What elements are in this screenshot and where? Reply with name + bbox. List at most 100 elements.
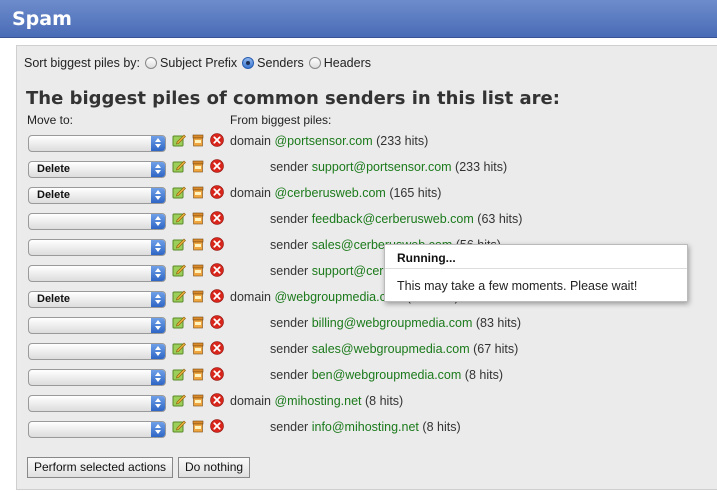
- edit-icon[interactable]: [172, 367, 186, 381]
- edit-icon[interactable]: [172, 133, 186, 147]
- domain-entry: domain @mihosting.net (8 hits): [230, 394, 403, 408]
- sender-entry: sender support@portsensor.com (233 hits): [270, 160, 507, 174]
- move-to-select[interactable]: Delete: [28, 187, 166, 204]
- from-piles-header: From biggest piles:: [230, 113, 332, 127]
- pile-row: sender billing@webgroupmedia.com (83 hit…: [0, 315, 717, 343]
- do-nothing-button[interactable]: Do nothing: [178, 457, 251, 478]
- entry-type: sender: [270, 212, 309, 226]
- radio-headers-label[interactable]: Headers: [324, 56, 371, 70]
- edit-icon[interactable]: [172, 393, 186, 407]
- radio-subject-prefix[interactable]: [145, 57, 158, 69]
- entry-address-link[interactable]: support@portsensor.com: [312, 160, 452, 174]
- edit-icon[interactable]: [172, 237, 186, 251]
- perform-actions-button[interactable]: Perform selected actions: [27, 457, 174, 478]
- move-to-select[interactable]: Delete: [28, 161, 166, 178]
- entry-hits: (8 hits): [365, 394, 404, 408]
- delete-icon[interactable]: [210, 159, 224, 173]
- trash-can-icon[interactable]: [191, 263, 205, 277]
- move-to-header: Move to:: [27, 113, 74, 127]
- move-to-select-value: Delete: [37, 163, 71, 175]
- delete-icon[interactable]: [210, 263, 224, 277]
- radio-headers[interactable]: [308, 57, 321, 69]
- entry-type: sender: [270, 264, 309, 278]
- delete-icon[interactable]: [210, 237, 224, 251]
- move-to-select[interactable]: Delete: [28, 291, 166, 308]
- trash-can-icon[interactable]: [191, 159, 205, 173]
- entry-hits: (8 hits): [422, 420, 461, 434]
- trash-can-icon[interactable]: [191, 133, 205, 147]
- move-to-select[interactable]: [28, 317, 166, 334]
- entry-address-link[interactable]: ben@webgroupmedia.com: [312, 368, 462, 382]
- entry-type: sender: [270, 238, 309, 252]
- trash-can-icon[interactable]: [191, 341, 205, 355]
- chevron-updown-icon: [151, 214, 165, 229]
- delete-icon[interactable]: [210, 133, 224, 147]
- trash-can-icon[interactable]: [191, 211, 205, 225]
- edit-icon[interactable]: [172, 185, 186, 199]
- move-to-select[interactable]: [28, 265, 166, 282]
- edit-icon[interactable]: [172, 289, 186, 303]
- radio-senders-label[interactable]: Senders: [257, 56, 304, 70]
- sort-options: Sort biggest piles by: Subject Prefix Se…: [24, 55, 371, 71]
- sender-entry: sender ben@webgroupmedia.com (8 hits): [270, 368, 503, 382]
- edit-icon[interactable]: [172, 341, 186, 355]
- trash-can-icon[interactable]: [191, 185, 205, 199]
- edit-icon[interactable]: [172, 211, 186, 225]
- entry-address-link[interactable]: @mihosting.net: [274, 394, 361, 408]
- entry-hits: (67 hits): [473, 342, 519, 356]
- delete-icon[interactable]: [210, 419, 224, 433]
- radio-subject-prefix-label[interactable]: Subject Prefix: [160, 56, 237, 70]
- sender-entry: sender billing@webgroupmedia.com (83 hit…: [270, 316, 521, 330]
- move-to-select[interactable]: [28, 239, 166, 256]
- sort-label: Sort biggest piles by:: [24, 56, 141, 70]
- trash-can-icon[interactable]: [191, 289, 205, 303]
- trash-can-icon[interactable]: [191, 419, 205, 433]
- delete-icon[interactable]: [210, 185, 224, 199]
- radio-senders[interactable]: [242, 57, 255, 69]
- title-bar: Spam: [0, 0, 717, 38]
- entry-address-link[interactable]: billing@webgroupmedia.com: [312, 316, 473, 330]
- chevron-updown-icon: [151, 162, 165, 177]
- edit-icon[interactable]: [172, 419, 186, 433]
- delete-icon[interactable]: [210, 315, 224, 329]
- entry-address-link[interactable]: info@mihosting.net: [312, 420, 419, 434]
- delete-icon[interactable]: [210, 289, 224, 303]
- move-to-select[interactable]: [28, 135, 166, 152]
- move-to-select[interactable]: [28, 343, 166, 360]
- trash-can-icon[interactable]: [191, 315, 205, 329]
- entry-address-link[interactable]: feedback@cerberusweb.com: [312, 212, 474, 226]
- move-to-select[interactable]: [28, 213, 166, 230]
- edit-icon[interactable]: [172, 263, 186, 277]
- dialog-title: Running...: [385, 245, 687, 269]
- entry-address-link[interactable]: @portsensor.com: [274, 134, 372, 148]
- entry-address-link[interactable]: @cerberusweb.com: [274, 186, 385, 200]
- trash-can-icon[interactable]: [191, 393, 205, 407]
- domain-entry: domain @portsensor.com (233 hits): [230, 134, 428, 148]
- delete-icon[interactable]: [210, 341, 224, 355]
- pile-row: Delete sender support@portsensor.com (233…: [0, 159, 717, 187]
- entry-type: domain: [230, 394, 271, 408]
- move-to-select[interactable]: [28, 395, 166, 412]
- edit-icon[interactable]: [172, 159, 186, 173]
- move-to-select-value: Delete: [37, 189, 71, 201]
- delete-icon[interactable]: [210, 211, 224, 225]
- move-to-select[interactable]: [28, 421, 166, 438]
- window-title: Spam: [12, 8, 72, 30]
- trash-can-icon[interactable]: [191, 367, 205, 381]
- pile-row: Delete domain @cerberusweb.com (165 hits): [0, 185, 717, 213]
- entry-address-link[interactable]: sales@webgroupmedia.com: [312, 342, 470, 356]
- move-to-select[interactable]: [28, 369, 166, 386]
- domain-entry: domain @cerberusweb.com (165 hits): [230, 186, 441, 200]
- delete-icon[interactable]: [210, 393, 224, 407]
- move-to-select-value: Delete: [37, 293, 71, 305]
- entry-type: sender: [270, 420, 309, 434]
- entry-type: sender: [270, 160, 309, 174]
- entry-type: domain: [230, 186, 271, 200]
- chevron-updown-icon: [151, 188, 165, 203]
- entry-type: sender: [270, 368, 309, 382]
- trash-can-icon[interactable]: [191, 237, 205, 251]
- entry-hits: (8 hits): [464, 368, 503, 382]
- chevron-updown-icon: [151, 422, 165, 437]
- delete-icon[interactable]: [210, 367, 224, 381]
- edit-icon[interactable]: [172, 315, 186, 329]
